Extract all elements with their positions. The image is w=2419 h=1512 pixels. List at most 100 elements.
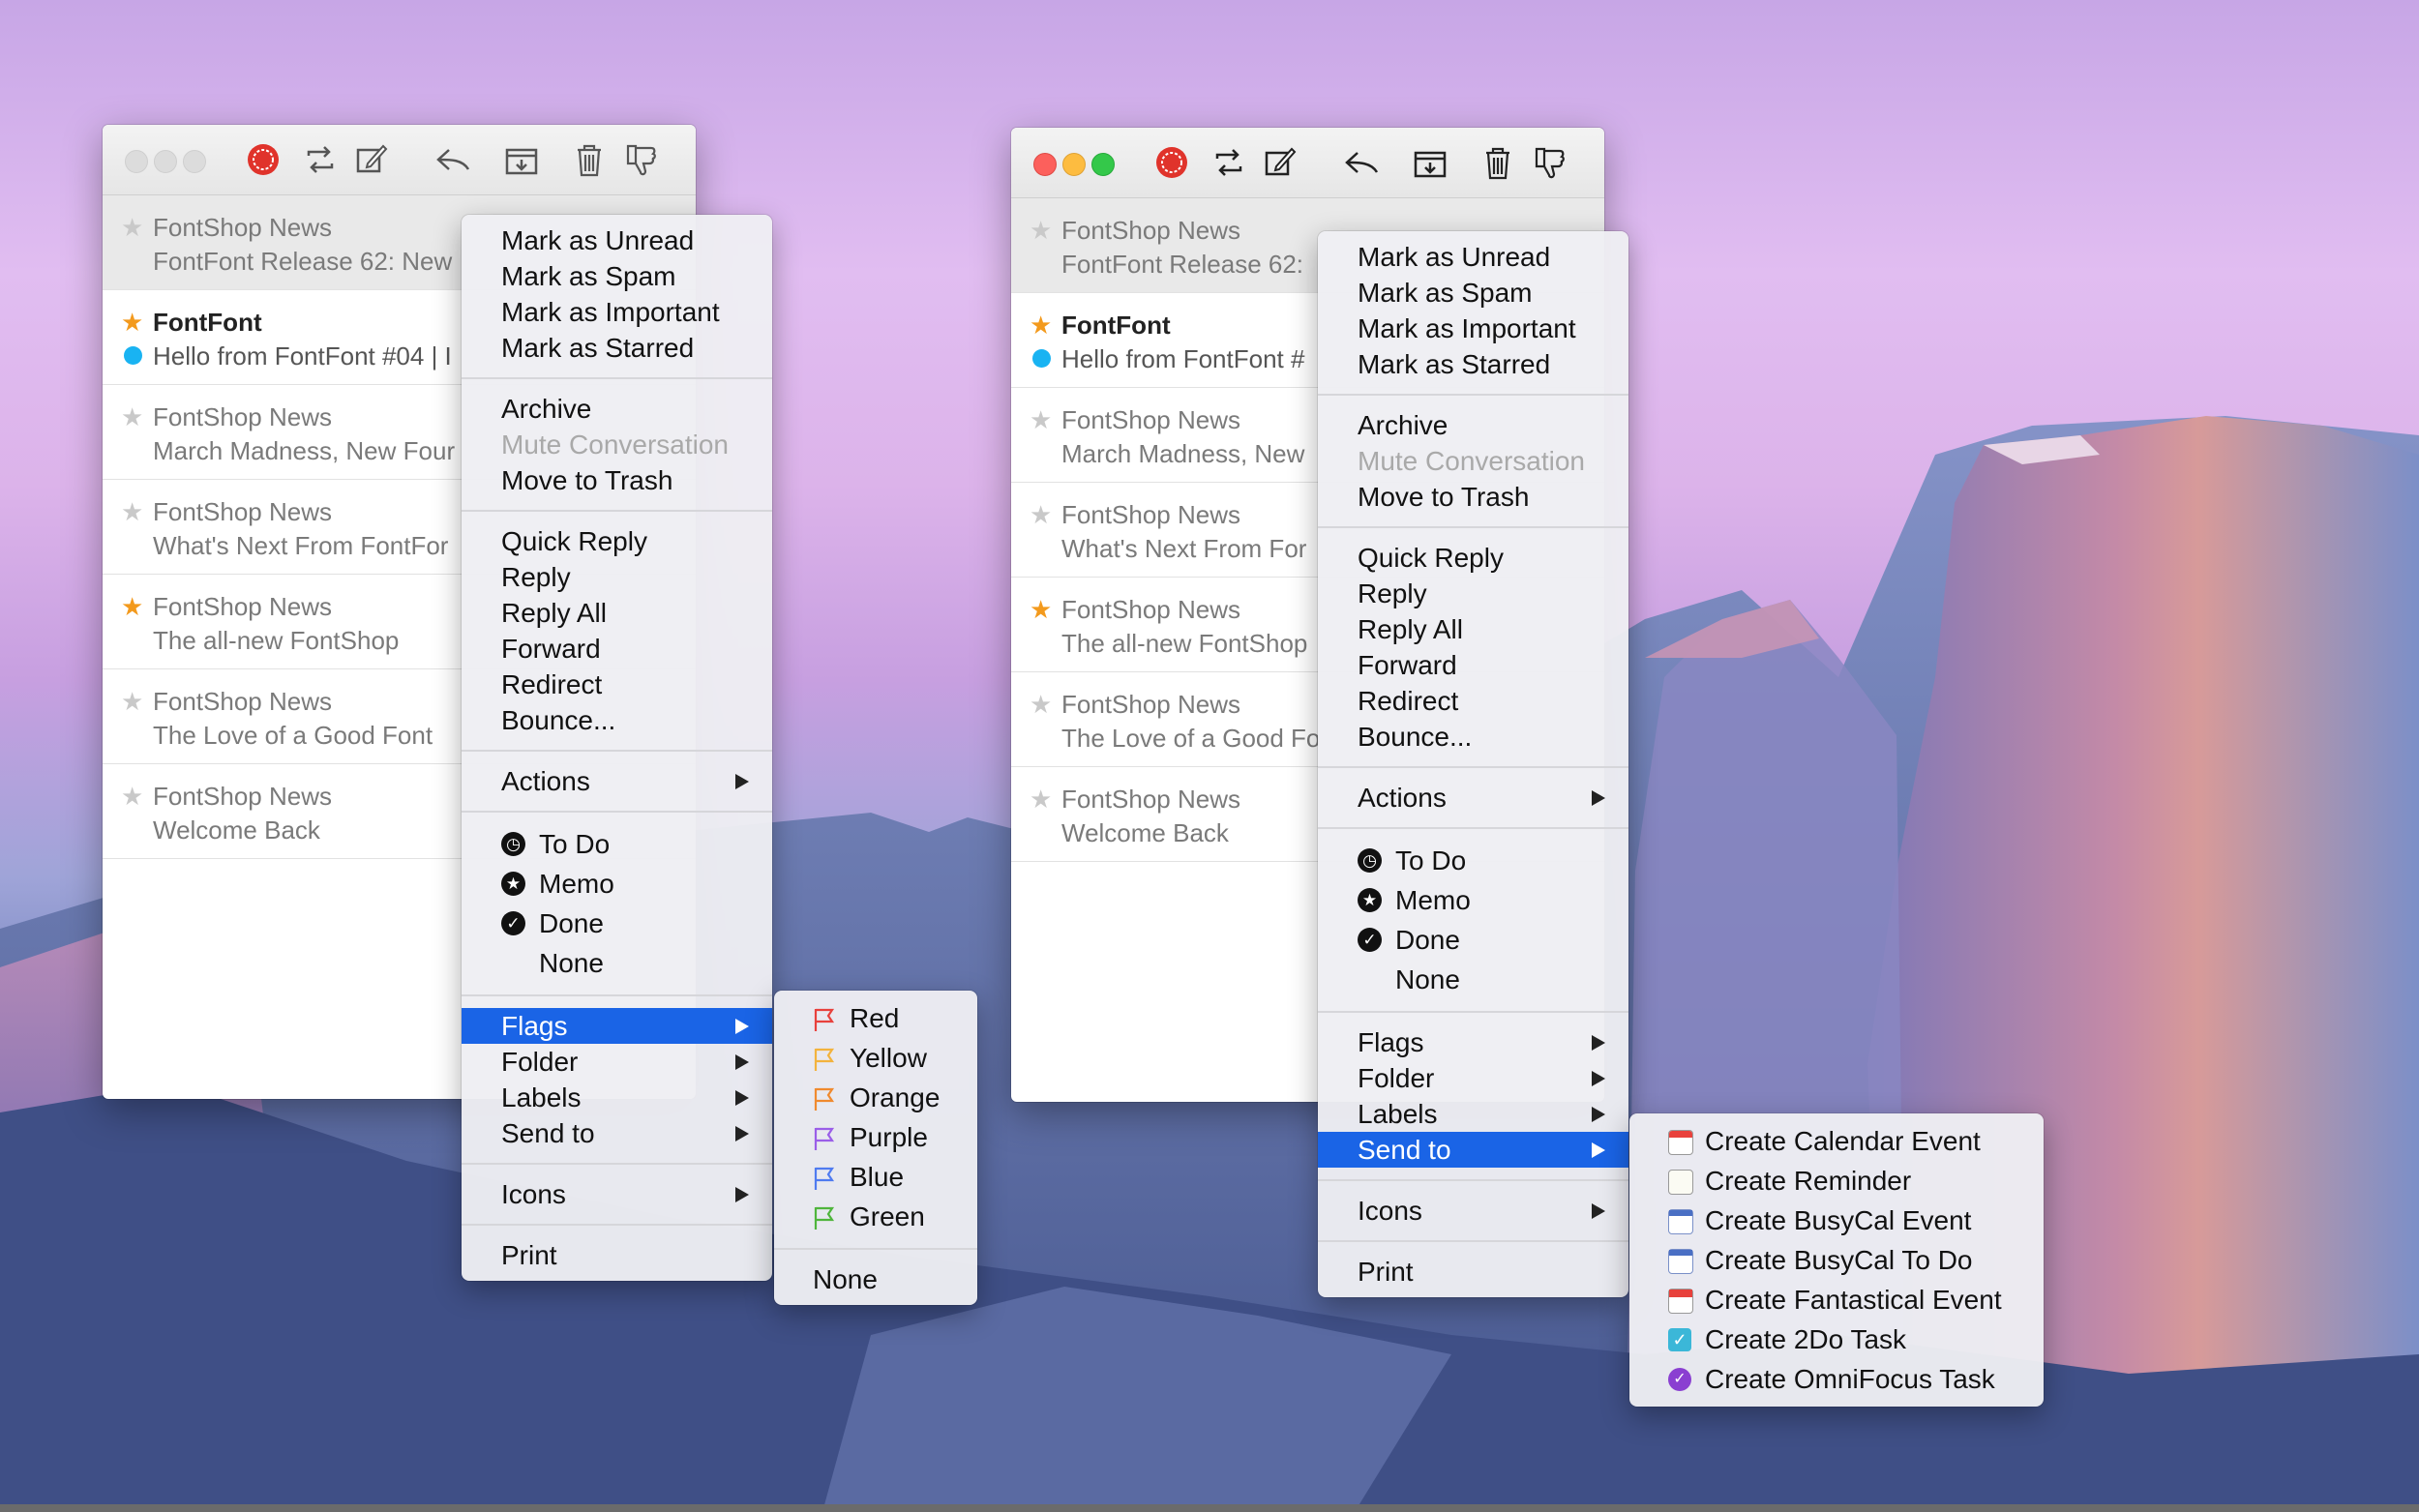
send-busycal-event[interactable]: Create BusyCal Event — [1629, 1201, 2044, 1240]
menu-redirect[interactable]: Redirect — [462, 667, 772, 702]
star-icon[interactable]: ★ — [121, 402, 143, 431]
menu-todo[interactable]: ◷ To Do — [1318, 841, 1628, 880]
menu-flags[interactable]: Flags — [1318, 1024, 1628, 1060]
send-fantastical-event[interactable]: Create Fantastical Event — [1629, 1280, 2044, 1319]
flag-blue[interactable]: Blue — [774, 1157, 977, 1197]
star-icon[interactable]: ★ — [1030, 785, 1052, 814]
thumbs-down-icon[interactable] — [1531, 143, 1569, 182]
star-icon[interactable]: ★ — [121, 592, 143, 621]
compose-icon[interactable] — [352, 140, 391, 179]
star-icon[interactable]: ★ — [1030, 311, 1052, 340]
menu-print[interactable]: Print — [1318, 1254, 1628, 1290]
star-icon[interactable]: ★ — [1030, 405, 1052, 434]
archive-icon[interactable] — [502, 140, 541, 179]
menu-bounce[interactable]: Bounce... — [462, 702, 772, 738]
reply-icon[interactable] — [1342, 143, 1381, 182]
close-button[interactable] — [125, 150, 148, 173]
trash-icon[interactable] — [1478, 143, 1517, 182]
menu-none[interactable]: None — [462, 943, 772, 983]
menu-icons[interactable]: Icons — [462, 1176, 772, 1212]
flag-green[interactable]: Green — [774, 1197, 977, 1236]
menu-archive[interactable]: Archive — [1318, 407, 1628, 443]
menu-forward[interactable]: Forward — [1318, 647, 1628, 683]
menu-move-to-trash[interactable]: Move to Trash — [462, 462, 772, 498]
menu-reply[interactable]: Reply — [1318, 576, 1628, 611]
menu-folder[interactable]: Folder — [1318, 1060, 1628, 1096]
archive-icon[interactable] — [1411, 143, 1449, 182]
menu-print[interactable]: Print — [462, 1237, 772, 1273]
star-icon[interactable]: ★ — [121, 782, 143, 811]
menu-actions[interactable]: Actions — [462, 763, 772, 799]
star-icon[interactable]: ★ — [121, 497, 143, 526]
menu-mark-important[interactable]: Mark as Important — [1318, 311, 1628, 346]
flag-red[interactable]: Red — [774, 998, 977, 1038]
menu-quick-reply[interactable]: Quick Reply — [462, 523, 772, 559]
yellow-flag-icon — [814, 1048, 835, 1071]
flag-yellow[interactable]: Yellow — [774, 1038, 977, 1078]
trash-icon[interactable] — [570, 140, 609, 179]
menu-mark-important[interactable]: Mark as Important — [462, 294, 772, 330]
menu-quick-reply[interactable]: Quick Reply — [1318, 540, 1628, 576]
menu-move-to-trash[interactable]: Move to Trash — [1318, 479, 1628, 515]
menu-icons[interactable]: Icons — [1318, 1193, 1628, 1229]
close-button[interactable] — [1033, 153, 1057, 176]
zoom-button[interactable] — [183, 150, 206, 173]
flag-orange[interactable]: Orange — [774, 1078, 977, 1117]
star-icon[interactable]: ★ — [1030, 690, 1052, 719]
retweet-icon[interactable] — [1210, 143, 1248, 182]
thumbs-down-icon[interactable] — [622, 140, 661, 179]
send-omnifocus-task[interactable]: ✓ Create OmniFocus Task — [1629, 1359, 2044, 1399]
menu-memo[interactable]: ★ Memo — [462, 864, 772, 904]
menu-redirect[interactable]: Redirect — [1318, 683, 1628, 719]
menu-mark-spam[interactable]: Mark as Spam — [1318, 275, 1628, 311]
star-icon[interactable]: ★ — [1030, 216, 1052, 245]
menu-mark-unread[interactable]: Mark as Unread — [462, 222, 772, 258]
menu-todo[interactable]: ◷ To Do — [462, 824, 772, 864]
menu-memo[interactable]: ★ Memo — [1318, 880, 1628, 920]
menu-reply[interactable]: Reply — [462, 559, 772, 595]
minimize-button[interactable] — [1062, 153, 1086, 176]
menu-labels[interactable]: Labels — [1318, 1096, 1628, 1132]
menu-actions[interactable]: Actions — [1318, 780, 1628, 815]
spam-icon[interactable] — [1152, 143, 1191, 182]
flag-none[interactable]: None — [774, 1261, 977, 1297]
menu-done[interactable]: ✓ Done — [462, 904, 772, 943]
menu-labels[interactable]: Labels — [462, 1080, 772, 1115]
star-icon[interactable]: ★ — [1030, 595, 1052, 624]
send-reminder[interactable]: Create Reminder — [1629, 1161, 2044, 1201]
compose-icon[interactable] — [1261, 143, 1299, 182]
star-icon[interactable]: ★ — [121, 213, 143, 242]
menu-done[interactable]: ✓ Done — [1318, 920, 1628, 960]
menu-flags[interactable]: Flags — [462, 1008, 772, 1044]
minimize-button[interactable] — [154, 150, 177, 173]
zoom-button[interactable] — [1091, 153, 1115, 176]
menu-mark-starred[interactable]: Mark as Starred — [462, 330, 772, 366]
reply-icon[interactable] — [433, 140, 472, 179]
retweet-icon[interactable] — [301, 140, 340, 179]
menu-folder[interactable]: Folder — [462, 1044, 772, 1080]
message-sender: FontShop News — [1061, 405, 1240, 434]
menu-folder-label: Folder — [501, 1047, 579, 1077]
menu-send-to[interactable]: Send to — [1318, 1132, 1628, 1168]
menu-bounce[interactable]: Bounce... — [1318, 719, 1628, 755]
send-calendar-event[interactable]: Create Calendar Event — [1629, 1121, 2044, 1161]
context-menu-right: Mark as Unread Mark as Spam Mark as Impo… — [1318, 231, 1628, 1297]
star-icon[interactable]: ★ — [1030, 500, 1052, 529]
menu-send-to[interactable]: Send to — [462, 1115, 772, 1151]
menu-mute-conversation: Mute Conversation — [501, 430, 730, 460]
send-busycal-todo[interactable]: Create BusyCal To Do — [1629, 1240, 2044, 1280]
send-2do-task[interactable]: ✓ Create 2Do Task — [1629, 1319, 2044, 1359]
menu-mark-unread[interactable]: Mark as Unread — [1318, 239, 1628, 275]
menu-archive[interactable]: Archive — [462, 391, 772, 427]
menu-mark-starred[interactable]: Mark as Starred — [1318, 346, 1628, 382]
star-icon[interactable]: ★ — [121, 308, 143, 337]
flag-purple[interactable]: Purple — [774, 1117, 977, 1157]
star-icon[interactable]: ★ — [121, 687, 143, 716]
menu-mark-spam[interactable]: Mark as Spam — [462, 258, 772, 294]
menu-none[interactable]: None — [1318, 960, 1628, 999]
menu-reply-all[interactable]: Reply All — [1318, 611, 1628, 647]
menu-reply-all[interactable]: Reply All — [462, 595, 772, 631]
menu-done-label: Done — [1395, 925, 1460, 955]
spam-icon[interactable] — [244, 140, 283, 179]
menu-forward[interactable]: Forward — [462, 631, 772, 667]
